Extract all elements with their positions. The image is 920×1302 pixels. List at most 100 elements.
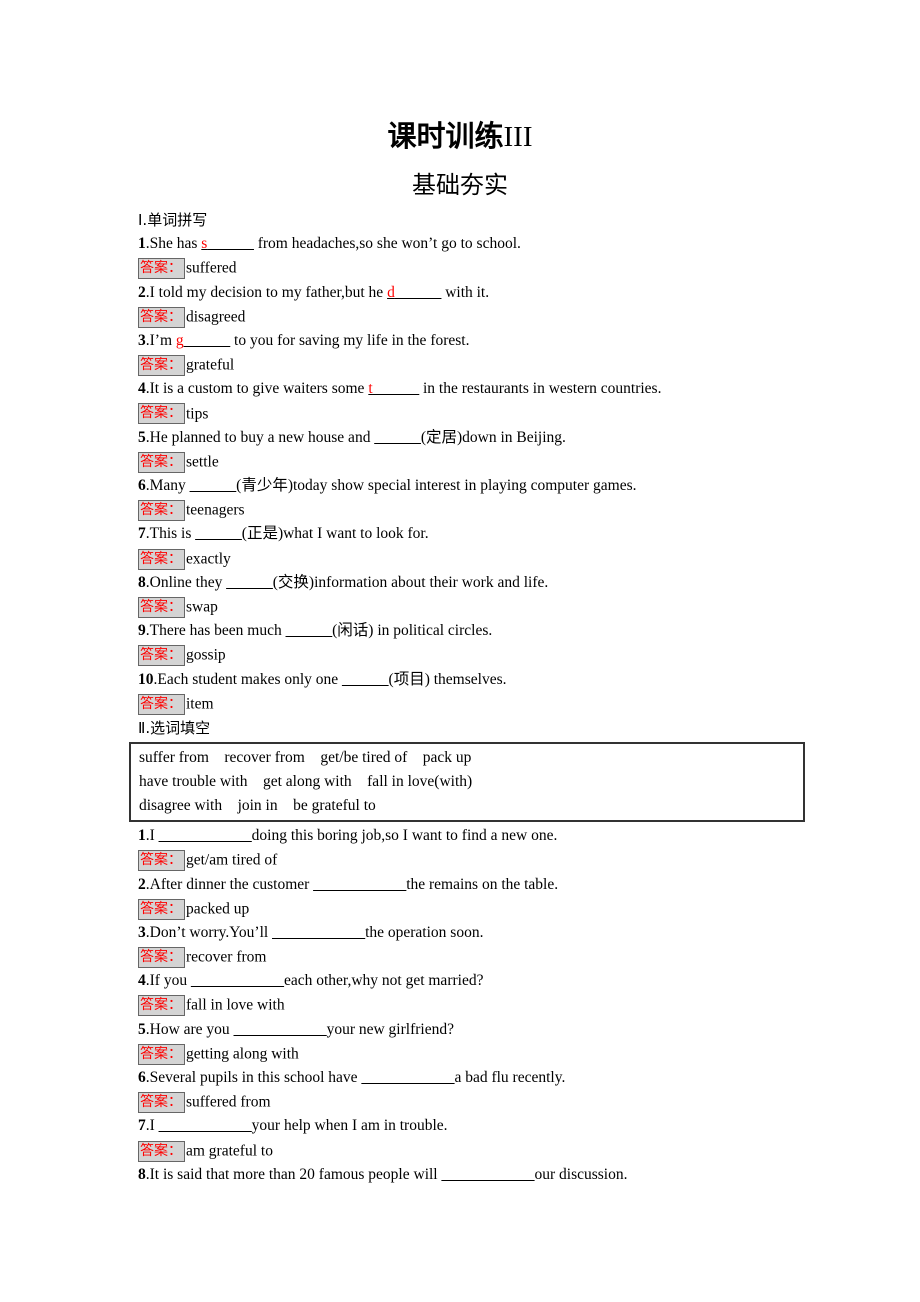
question-text-after: (正是)what I want to look for. — [241, 525, 429, 543]
question-text-before: .It is a custom to give waiters some — [145, 380, 369, 398]
question-text-after: your help when I am in trouble. — [251, 1117, 448, 1135]
answer-label-button[interactable]: 答案： — [138, 500, 185, 522]
page-title: 课时训练III — [0, 116, 920, 157]
question-text-after: (项目) themselves. — [388, 670, 507, 688]
blank-underline: ______ — [374, 428, 421, 446]
answer-blank[interactable]: ____________ — [272, 924, 365, 941]
question-text-after: the remains on the table. — [406, 875, 559, 893]
blank-underline: ______ — [207, 235, 254, 253]
answer-blank[interactable]: ______ — [195, 525, 242, 542]
question-line: 1.I ____________doing this boring job,so… — [138, 824, 798, 848]
answer-blank[interactable]: ____________ — [191, 972, 284, 989]
question-line: 7.This is ______(正是)what I want to look … — [138, 522, 798, 546]
question-text-before: .There has been much — [145, 622, 286, 640]
answer-label-button[interactable]: 答案： — [138, 1043, 185, 1065]
blank-underline: ______ — [285, 622, 333, 640]
answer-blank[interactable]: ____________ — [361, 1069, 454, 1086]
answer-blank[interactable]: d______ — [387, 284, 441, 301]
blank-underline: ____________ — [361, 1069, 455, 1086]
answer-blank[interactable]: ______ — [342, 671, 389, 688]
blank-underline: ____________ — [441, 1165, 535, 1183]
first-letter-hint: g — [175, 331, 184, 349]
answer-text: teenagers — [186, 501, 245, 519]
answer-label-button[interactable]: 答案： — [138, 1140, 185, 1162]
answer-line: 答案： exactly — [138, 547, 798, 571]
answer-blank[interactable]: ______ — [286, 622, 333, 639]
answer-label-button[interactable]: 答案： — [138, 548, 185, 570]
question-line: 4.If you ____________each other,why not … — [138, 969, 798, 993]
answer-blank[interactable]: g______ — [176, 332, 230, 349]
answer-blank[interactable]: ____________ — [234, 1021, 327, 1038]
answer-text: recover from — [186, 948, 267, 966]
question-text-after: (交换)information about their work and lif… — [272, 573, 549, 591]
answer-blank[interactable]: ______ — [190, 477, 237, 494]
answer-text: am grateful to — [186, 1142, 273, 1159]
blank-underline: ____________ — [158, 1117, 252, 1135]
question-text-before: .Don’t worry.You’ll — [145, 923, 273, 941]
question-text-after: doing this boring job,so I want to find … — [251, 827, 558, 845]
question-text-after: from headaches,so she won’t go to school… — [253, 235, 521, 253]
answer-line: 答案： am grateful to — [138, 1139, 798, 1163]
answer-label-button[interactable]: 答案： — [138, 898, 185, 920]
answer-text: gossip — [186, 646, 226, 664]
question-text-before: .She has — [145, 235, 202, 253]
answer-line: 答案： settle — [138, 450, 798, 474]
question-text-after: in the restaurants in western countries. — [419, 380, 662, 398]
question-line: 1.She has s______ from headaches,so she … — [138, 232, 798, 256]
answer-label-button[interactable]: 答案： — [138, 1092, 185, 1114]
answer-line: 答案： packed up — [138, 897, 798, 921]
answer-text: settle — [186, 453, 219, 471]
answer-label-button[interactable]: 答案： — [138, 947, 185, 968]
question-number: 7 — [138, 1117, 146, 1135]
answer-text: getting along with — [186, 1045, 299, 1063]
answer-label-button[interactable]: 答案： — [138, 258, 185, 280]
answer-blank[interactable]: ____________ — [159, 1117, 252, 1134]
blank-underline: ______ — [195, 525, 242, 543]
answer-blank[interactable]: ____________ — [313, 876, 406, 893]
word-bank-box: suffer from recover from get/be tired of… — [129, 742, 805, 823]
word-bank-line: suffer from recover from get/be tired of… — [139, 749, 472, 767]
answer-line: 答案： get/am tired of — [138, 848, 798, 872]
answer-text: get/am tired of — [186, 851, 278, 869]
answer-blank[interactable]: ____________ — [159, 827, 252, 844]
answer-label-button[interactable]: 答案： — [138, 995, 185, 1017]
answer-label-button[interactable]: 答案： — [138, 693, 185, 715]
blank-underline: ____________ — [313, 875, 407, 893]
answer-line: 答案： disagreed — [138, 305, 798, 329]
answer-label-button[interactable]: 答案： — [138, 850, 185, 872]
question-text-after: a bad flu recently. — [454, 1069, 566, 1086]
question-line: 5.How are you ____________your new girlf… — [138, 1018, 798, 1042]
question-number: 8 — [138, 1165, 146, 1183]
blank-underline: ____________ — [158, 827, 252, 845]
question-number: 6 — [138, 477, 146, 495]
answer-text: suffered — [186, 259, 237, 277]
question-number: 2 — [138, 283, 146, 301]
answer-label-button[interactable]: 答案： — [138, 451, 185, 473]
question-number: 1 — [138, 827, 146, 845]
question-text-before: .It is said that more than 20 famous peo… — [145, 1165, 442, 1183]
answer-blank[interactable]: s______ — [201, 235, 254, 252]
answer-blank[interactable]: ____________ — [441, 1166, 534, 1183]
question-line: 8.Online they ______(交换)information abou… — [138, 571, 798, 595]
question-number: 5 — [138, 1020, 146, 1038]
answer-blank[interactable]: ______ — [374, 429, 421, 446]
answer-label-button[interactable]: 答案： — [138, 596, 185, 618]
answer-blank[interactable]: t______ — [368, 380, 419, 397]
question-text-after: your new girlfriend? — [326, 1020, 454, 1038]
answer-label-button[interactable]: 答案： — [138, 355, 185, 377]
answer-label-button[interactable]: 答案： — [138, 403, 185, 425]
answer-line: 答案： gossip — [138, 643, 798, 667]
question-number: 4 — [138, 380, 146, 398]
first-letter-hint: d — [387, 283, 395, 301]
answer-label-button[interactable]: 答案： — [138, 645, 185, 667]
answer-text: fall in love with — [186, 996, 285, 1014]
question-text-before: .If you — [145, 972, 191, 990]
answer-blank[interactable]: ______ — [226, 574, 273, 591]
section-2-heading: Ⅱ.选词填空 — [138, 718, 211, 737]
blank-underline: ______ — [183, 331, 231, 349]
answer-label-button[interactable]: 答案： — [138, 306, 185, 328]
question-text-after: (闲话) in political circles. — [332, 622, 493, 640]
answer-text: tips — [186, 404, 209, 422]
question-number: 9 — [138, 622, 146, 640]
question-number: 7 — [138, 525, 146, 543]
